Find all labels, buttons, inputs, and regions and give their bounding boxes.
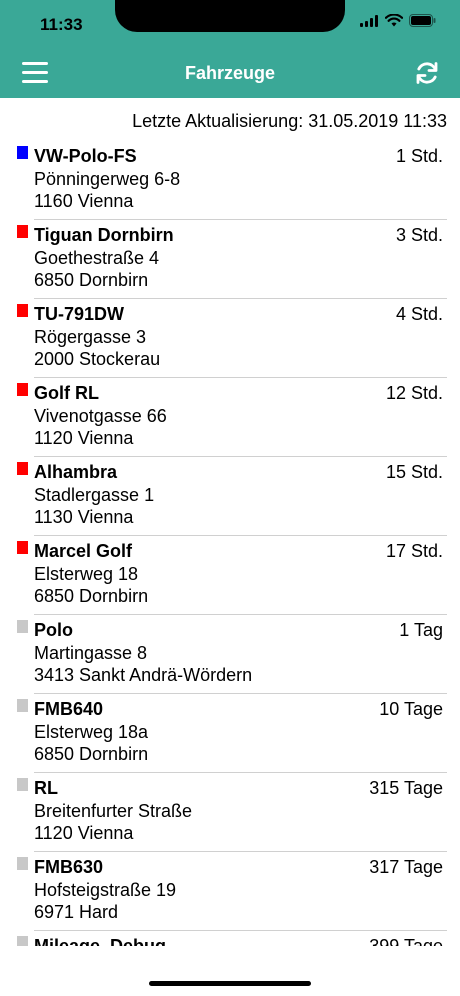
- status-marker: [17, 383, 28, 396]
- vehicle-name: Tiguan Dornbirn: [34, 225, 174, 245]
- vehicle-row[interactable]: Mileage_Debug 399 Tage: [0, 931, 460, 946]
- vehicle-street: Elsterweg 18a: [34, 722, 149, 742]
- status-marker: [17, 304, 28, 317]
- vehicle-age: 317 Tage: [369, 857, 443, 877]
- status-time: 11:33: [40, 15, 83, 34]
- vehicle-age: 10 Tage: [379, 699, 443, 719]
- status-marker: [17, 146, 28, 159]
- status-marker: [17, 541, 28, 554]
- vehicle-city: 1120 Vienna: [34, 823, 134, 843]
- vehicle-age: 17 Std.: [385, 541, 443, 561]
- vehicle-row[interactable]: FMB640 10 Tage Elsterweg 18a 6850 Dornbirn: [0, 694, 460, 773]
- vehicle-name: Alhambra: [34, 462, 118, 482]
- vehicle-city: 6850 Dornbirn: [34, 586, 149, 606]
- vehicle-street: Stadlergasse 1: [34, 485, 155, 505]
- vehicle-age: 12 Std.: [385, 383, 443, 403]
- refresh-icon: [416, 62, 438, 84]
- home-indicator[interactable]: [149, 981, 311, 986]
- status-marker: [17, 462, 28, 475]
- vehicle-row[interactable]: Polo 1 Tag Martingasse 8 3413 Sankt Andrä-W…: [0, 615, 460, 694]
- status-marker: [17, 620, 28, 633]
- vehicle-street: Breitenfurter Straße: [34, 801, 193, 821]
- vehicle-row[interactable]: Marcel Golf 17 Std. Elsterweg 18 6850 Dornb…: [0, 536, 460, 615]
- vehicle-city: 6850 Dornbirn: [34, 270, 149, 290]
- vehicle-name: Mileage_Debug: [34, 936, 167, 946]
- vehicle-name: FMB630: [34, 857, 104, 877]
- vehicle-age: 4 Std.: [395, 304, 443, 324]
- last-update-label: Letzte Aktualisierung: 31.05.2019 11:33: [132, 111, 447, 131]
- vehicle-city: 6971 Hard: [34, 902, 119, 922]
- vehicle-row[interactable]: FMB630 317 Tage Hofsteigstraße 19 6971 Hard: [0, 852, 460, 931]
- vehicle-city: 1130 Vienna: [34, 507, 134, 527]
- signal-icon: [360, 14, 378, 27]
- vehicle-row[interactable]: Tiguan Dornbirn 3 Std. Goethestraße 4 6850 …: [0, 220, 460, 299]
- vehicle-street: Hofsteigstraße 19: [34, 880, 177, 900]
- vehicle-street: Rögergasse 3: [34, 327, 147, 347]
- vehicle-age: 315 Tage: [369, 778, 443, 798]
- vehicle-age: 1 Tag: [399, 620, 443, 640]
- vehicle-age: 1 Std.: [395, 146, 443, 166]
- vehicle-name: Polo: [34, 620, 73, 640]
- vehicle-name: RL: [34, 778, 58, 798]
- vehicle-street: Pönningerweg 6-8: [34, 169, 181, 189]
- vehicle-name: FMB640: [34, 699, 104, 719]
- wifi-icon: [385, 14, 403, 27]
- vehicle-city: 6850 Dornbirn: [34, 744, 149, 764]
- status-marker: [17, 699, 28, 712]
- vehicle-row[interactable]: RL 315 Tage Breitenfurter Straße 1120 Vienn…: [0, 773, 460, 852]
- status-marker: [17, 778, 28, 791]
- battery-icon: [409, 14, 436, 27]
- vehicle-row[interactable]: Alhambra 15 Std. Stadlergasse 1 1130 Vienna: [0, 457, 460, 536]
- vehicle-city: 1160 Vienna: [34, 191, 134, 211]
- vehicle-name: TU-791DW: [34, 304, 125, 324]
- vehicle-row[interactable]: Golf RL 12 Std. Vivenotgasse 66 1120 Vienna: [0, 378, 460, 457]
- status-marker: [17, 936, 28, 946]
- vehicle-name: Marcel Golf: [34, 541, 133, 561]
- device-notch: [115, 0, 345, 32]
- vehicle-name: Golf RL: [34, 383, 99, 403]
- vehicle-row[interactable]: TU-791DW 4 Std. Rögergasse 3 2000 Stockerau: [0, 299, 460, 378]
- page-title: Fahrzeuge: [184, 63, 276, 83]
- vehicle-street: Martingasse 8: [34, 643, 148, 663]
- vehicle-age: 3 Std.: [395, 225, 443, 245]
- vehicle-city: 1120 Vienna: [34, 428, 134, 448]
- status-marker: [17, 857, 28, 870]
- vehicle-city: 2000 Stockerau: [34, 349, 161, 369]
- vehicle-row[interactable]: VW-Polo-FS 1 Std. Pönningerweg 6-8 1160 Vie…: [0, 141, 460, 220]
- navigation-bar: 11:33 Fahrzeuge: [0, 0, 460, 98]
- status-icons: [360, 14, 436, 27]
- refresh-button[interactable]: [414, 60, 440, 86]
- vehicle-street: Goethestraße 4: [34, 248, 160, 268]
- vehicle-street: Vivenotgasse 66: [34, 406, 167, 426]
- vehicle-age: 399 Tage: [369, 936, 443, 946]
- vehicle-list: VW-Polo-FS 1 Std. Pönningerweg 6-8 1160 Vie…: [0, 141, 460, 946]
- status-marker: [17, 225, 28, 238]
- vehicle-street: Elsterweg 18: [34, 564, 139, 584]
- vehicle-age: 15 Std.: [385, 462, 443, 482]
- vehicle-name: VW-Polo-FS: [34, 146, 137, 166]
- vehicle-city: 3413 Sankt Andrä-Wördern: [34, 665, 253, 685]
